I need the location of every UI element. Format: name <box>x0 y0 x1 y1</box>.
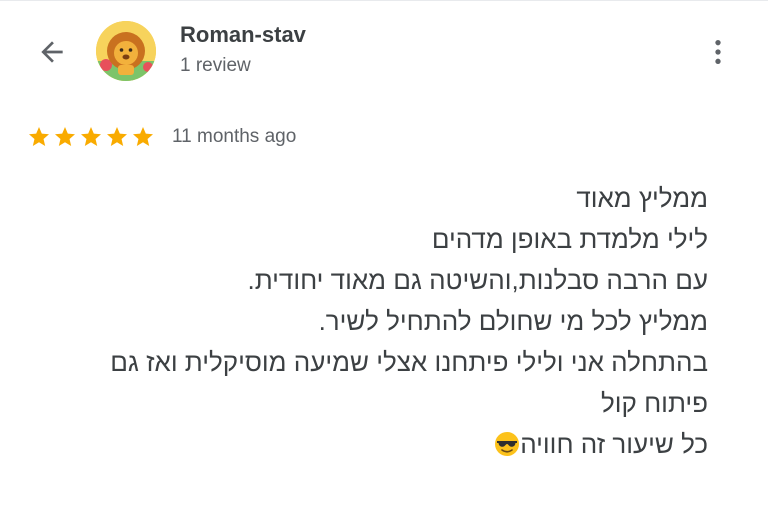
review-line: פיתוח קול <box>600 388 708 418</box>
top-divider <box>0 0 768 1</box>
review-text: ממליץ מאוד לילי מלמדת באופן מדהים עם הרב… <box>0 178 708 465</box>
more-vert-icon <box>715 40 721 64</box>
avatar[interactable] <box>96 21 156 81</box>
star-icon <box>133 127 153 146</box>
review-line-text: כל שיעור זה חוויה <box>520 429 708 459</box>
reviewer-name[interactable]: Roman-stav <box>180 22 306 48</box>
star-icon <box>107 127 127 146</box>
lion-avatar-icon <box>96 21 156 81</box>
star-icon <box>81 127 101 146</box>
review-line: ממליץ לכל מי שחולם להתחיל לשיר. <box>318 306 708 336</box>
back-button[interactable] <box>30 30 74 74</box>
more-options-button[interactable] <box>700 30 736 74</box>
star-icon <box>55 127 75 146</box>
star-icon <box>29 127 49 146</box>
star-rating <box>27 125 155 149</box>
review-line-last: כל שיעור זה חוויה <box>0 424 708 465</box>
sunglasses-emoji-icon <box>495 432 520 456</box>
review-time: 11 months ago <box>172 126 297 147</box>
review-line: ממליץ מאוד <box>576 183 708 213</box>
review-line: לילי מלמדת באופן מדהים <box>431 224 708 254</box>
review-count: 1 review <box>180 55 251 76</box>
arrow-back-icon <box>41 41 63 63</box>
review-line: בהתחלה אני ולילי פיתחנו אצלי שמיעה מוסיק… <box>110 347 708 377</box>
review-line: עם הרבה סבלנות,והשיטה גם מאוד יחודית. <box>247 265 709 295</box>
